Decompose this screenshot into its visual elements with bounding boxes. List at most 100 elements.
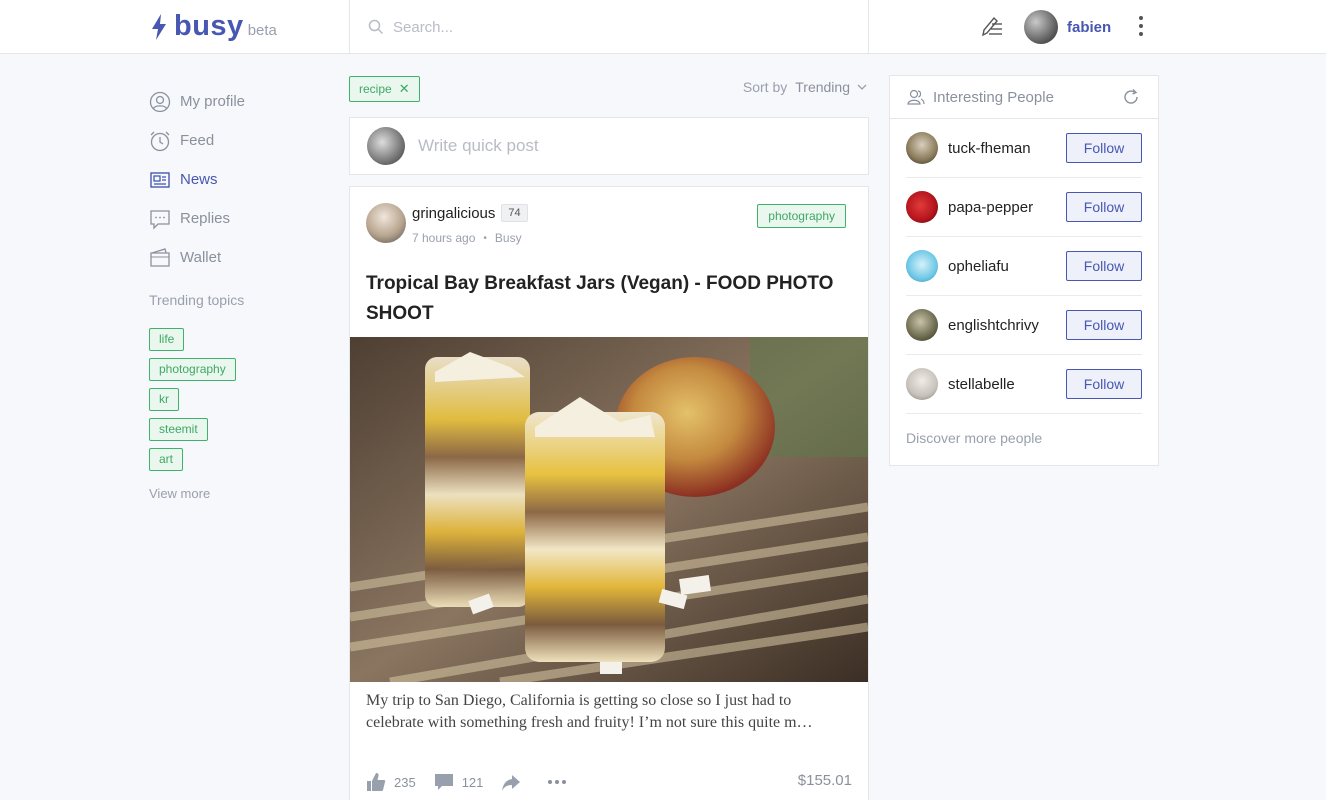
- follow-button[interactable]: Follow: [1066, 369, 1142, 399]
- user-avatar[interactable]: [1024, 10, 1058, 44]
- topic-tag-steemit[interactable]: steemit: [149, 418, 208, 441]
- newspaper-icon: [150, 171, 170, 188]
- active-filter-tag[interactable]: recipe ✕: [349, 76, 420, 102]
- person-avatar[interactable]: [906, 132, 938, 164]
- close-icon[interactable]: ✕: [399, 81, 410, 97]
- person-name[interactable]: opheliafu: [948, 258, 1009, 275]
- share-button[interactable]: [501, 772, 529, 792]
- follow-button[interactable]: Follow: [1066, 133, 1142, 163]
- comment-count: 121: [461, 774, 484, 790]
- person-row: englishtchrivy Follow: [906, 296, 1142, 355]
- ellipsis-icon: [548, 780, 567, 784]
- person-avatar[interactable]: [906, 309, 938, 341]
- person-avatar[interactable]: [906, 368, 938, 400]
- person-name[interactable]: englishtchrivy: [948, 317, 1039, 334]
- reputation-badge: 74: [501, 204, 528, 222]
- quick-post-box: [349, 117, 869, 175]
- payout-amount[interactable]: $155.01: [798, 772, 852, 789]
- person-name[interactable]: papa-pepper: [948, 199, 1033, 216]
- follow-button[interactable]: Follow: [1066, 251, 1142, 281]
- like-button[interactable]: 235: [366, 772, 416, 792]
- post-actions: 235 121 $155.01: [350, 762, 868, 800]
- post-card: gringalicious 74 7 hours ago • Busy phot…: [349, 186, 869, 800]
- person-avatar[interactable]: [906, 191, 938, 223]
- top-bar: busy beta fabien: [0, 0, 1326, 54]
- sidebar-item-label: My profile: [180, 93, 246, 110]
- left-sidebar: My profile Feed News Replies Wallet Tren…: [149, 82, 329, 503]
- filter-row: recipe ✕ Sort by Trending: [349, 75, 869, 103]
- author-name[interactable]: gringalicious: [412, 205, 495, 222]
- interesting-people-panel: Interesting People tuck-fheman Follow pa…: [889, 75, 1159, 466]
- trending-topics-title: Trending topics: [149, 292, 245, 308]
- follow-button[interactable]: Follow: [1066, 310, 1142, 340]
- more-options-icon[interactable]: [547, 772, 575, 792]
- post-app[interactable]: Busy: [495, 231, 522, 245]
- author-avatar[interactable]: [366, 203, 406, 243]
- panel-title: Interesting People: [933, 88, 1054, 106]
- sort-dropdown[interactable]: Sort by Trending: [743, 79, 867, 95]
- person-name[interactable]: tuck-fheman: [948, 140, 1031, 157]
- sidebar-item-wallet[interactable]: Wallet: [149, 238, 329, 277]
- sort-label: Sort by: [742, 79, 788, 95]
- search-bar: [349, 0, 869, 54]
- post-meta: 7 hours ago • Busy: [412, 231, 522, 245]
- write-post-icon[interactable]: [980, 15, 1004, 39]
- clock-icon: [150, 131, 170, 151]
- person-row: stellabelle Follow: [906, 355, 1142, 414]
- sidebar-item-label: News: [180, 171, 218, 188]
- refresh-icon[interactable]: [1122, 88, 1140, 106]
- chevron-down-icon: [857, 84, 867, 90]
- sidebar-item-feed[interactable]: Feed: [149, 121, 329, 160]
- user-avatar: [367, 127, 405, 165]
- beta-label: beta: [247, 22, 277, 39]
- user-area: fabien: [980, 9, 1111, 45]
- topic-tag-photography[interactable]: photography: [149, 358, 236, 381]
- view-more-link[interactable]: View more: [149, 486, 210, 501]
- sidebar-item-news[interactable]: News: [149, 160, 329, 199]
- people-icon: [907, 89, 925, 105]
- sort-value: Trending: [795, 79, 850, 95]
- person-avatar[interactable]: [906, 250, 938, 282]
- panel-header: Interesting People: [890, 76, 1158, 119]
- chat-icon: [150, 209, 170, 230]
- search-icon: [368, 19, 384, 35]
- person-name[interactable]: stellabelle: [948, 376, 1015, 393]
- logo-text: busy: [174, 10, 244, 42]
- post-image[interactable]: [350, 337, 868, 682]
- person-row: papa-pepper Follow: [906, 178, 1142, 237]
- comment-button[interactable]: 121: [434, 772, 484, 792]
- filter-tag-label: recipe: [359, 82, 392, 96]
- username[interactable]: fabien: [1067, 19, 1111, 36]
- post-title[interactable]: Tropical Bay Breakfast Jars (Vegan) - FO…: [350, 259, 868, 337]
- post-time[interactable]: 7 hours ago: [412, 231, 475, 245]
- topic-tag-life[interactable]: life: [149, 328, 185, 351]
- topic-tag-art[interactable]: art: [149, 448, 184, 471]
- wallet-icon: [150, 247, 170, 267]
- thumbs-up-icon: [367, 773, 386, 791]
- post-header: gringalicious 74 7 hours ago • Busy phot…: [350, 187, 868, 259]
- comment-icon: [434, 774, 453, 790]
- discover-more-link[interactable]: Discover more people: [890, 414, 1158, 446]
- search-input[interactable]: [393, 18, 833, 36]
- quick-post-input[interactable]: [418, 136, 818, 156]
- person-row: tuck-fheman Follow: [906, 119, 1142, 178]
- like-count: 235: [394, 774, 416, 790]
- lightning-icon: [152, 13, 166, 40]
- follow-button[interactable]: Follow: [1066, 192, 1142, 222]
- more-menu-icon[interactable]: [1135, 14, 1147, 38]
- user-circle-icon: [149, 91, 171, 112]
- topic-tag-kr[interactable]: kr: [149, 388, 179, 411]
- post-tag[interactable]: photography: [757, 204, 846, 228]
- sidebar-item-label: Wallet: [180, 249, 222, 266]
- sidebar-item-my-profile[interactable]: My profile: [149, 82, 329, 121]
- post-excerpt[interactable]: My trip to San Diego, California is gett…: [350, 682, 868, 762]
- share-icon: [502, 775, 521, 791]
- food-photo: [350, 337, 868, 682]
- sidebar-item-replies[interactable]: Replies: [149, 199, 329, 238]
- sidebar-item-label: Feed: [180, 132, 215, 149]
- separator-dot: •: [483, 232, 487, 244]
- person-row: opheliafu Follow: [906, 237, 1142, 296]
- feed-column: recipe ✕ Sort by Trending gringalicious …: [349, 75, 869, 800]
- brand-logo[interactable]: busy beta: [150, 10, 277, 43]
- sidebar-item-label: Replies: [180, 210, 231, 227]
